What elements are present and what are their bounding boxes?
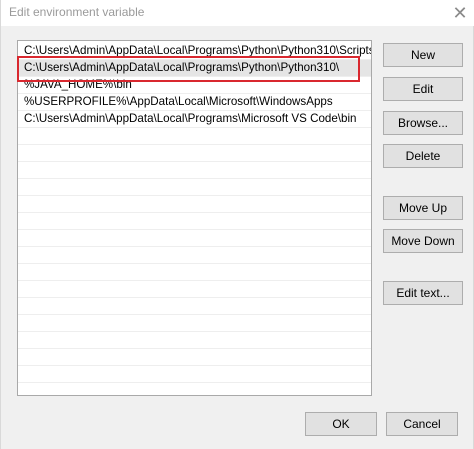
empty-row [18, 332, 371, 349]
delete-button[interactable]: Delete [383, 144, 463, 168]
edit-button[interactable]: Edit [383, 77, 463, 101]
list-item[interactable]: %USERPROFILE%\AppData\Local\Microsoft\Wi… [18, 94, 371, 111]
edit-environment-variable-dialog: Edit environment variable ✕ C:\Users\Adm… [0, 0, 474, 449]
title-bar: Edit environment variable ✕ [1, 0, 474, 26]
empty-row [18, 298, 371, 315]
ok-button[interactable]: OK [305, 412, 377, 436]
empty-row [18, 213, 371, 230]
empty-row [18, 162, 371, 179]
empty-row [18, 247, 371, 264]
empty-row [18, 315, 371, 332]
empty-row [18, 145, 371, 162]
move-down-button[interactable]: Move Down [383, 229, 463, 253]
highlight-annotation [17, 56, 360, 82]
empty-row [18, 366, 371, 383]
empty-row [18, 196, 371, 213]
list-item[interactable]: C:\Users\Admin\AppData\Local\Programs\Mi… [18, 111, 371, 128]
empty-row [18, 230, 371, 247]
empty-row [18, 128, 371, 145]
path-entries-list[interactable]: C:\Users\Admin\AppData\Local\Programs\Py… [17, 40, 372, 396]
move-up-button[interactable]: Move Up [383, 196, 463, 220]
empty-row [18, 281, 371, 298]
dialog-title: Edit environment variable [9, 5, 145, 19]
empty-row [18, 179, 371, 196]
empty-row [18, 264, 371, 281]
browse-button[interactable]: Browse... [383, 111, 463, 135]
close-icon[interactable]: ✕ [445, 0, 474, 26]
new-button[interactable]: New [383, 43, 463, 67]
cancel-button[interactable]: Cancel [386, 412, 458, 436]
edit-text-button[interactable]: Edit text... [383, 281, 463, 305]
empty-row [18, 349, 371, 366]
